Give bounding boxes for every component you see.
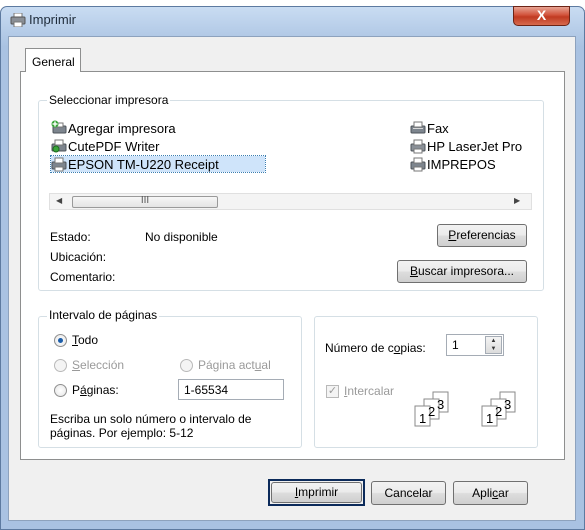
printer-group-legend: Seleccionar impresora xyxy=(47,93,171,107)
collate-set-2: 1 2 3 xyxy=(481,391,516,427)
printer-name: CutePDF Writer xyxy=(68,139,160,154)
add-printer-icon xyxy=(51,120,67,134)
printer-item-imprepos[interactable]: IMPREPOS xyxy=(410,156,496,172)
printer-name: Fax xyxy=(427,121,449,136)
print-button[interactable]: Imprimir xyxy=(271,482,362,503)
printer-item-hp[interactable]: HP LaserJet Pro xyxy=(410,138,522,154)
printer-icon xyxy=(10,12,26,28)
cancel-button[interactable]: Cancelar xyxy=(371,481,446,505)
copies-label: Número de copias: xyxy=(325,341,426,355)
scroll-right-arrow-icon[interactable]: ▶ xyxy=(514,196,520,205)
spin-up-icon[interactable]: ▲ xyxy=(486,337,501,345)
status-label: Estado: xyxy=(50,230,91,244)
printer-icon xyxy=(410,157,426,172)
apply-button[interactable]: Aplicar xyxy=(453,481,528,505)
preferences-button[interactable]: Preferencias xyxy=(437,224,527,247)
collate-checkbox[interactable]: ✓ xyxy=(326,385,339,398)
printer-name: IMPREPOS xyxy=(427,157,496,172)
radio-pages[interactable] xyxy=(54,384,67,397)
printer-icon xyxy=(51,139,67,153)
window-title: Imprimir xyxy=(29,12,76,27)
collate-page-label: 1 xyxy=(486,411,493,426)
collate-page-label: 2 xyxy=(428,404,435,419)
printer-list[interactable]: Agregar impresora CutePDF Writer EPSON T… xyxy=(49,118,532,192)
printer-name: Agregar impresora xyxy=(68,121,176,136)
collate-label[interactable]: Intercalar xyxy=(344,384,394,398)
pages-hint-line2: páginas. Por ejemplo: 5-12 xyxy=(50,426,194,440)
status-value: No disponible xyxy=(145,230,218,244)
find-printer-button[interactable]: Buscar impresora... xyxy=(397,260,527,283)
tab-general[interactable]: General xyxy=(25,48,81,72)
printer-item-cutepdf[interactable]: CutePDF Writer xyxy=(51,138,160,154)
radio-current-page[interactable] xyxy=(180,359,193,372)
radio-all-pages[interactable] xyxy=(54,334,67,347)
printer-item-fax[interactable]: Fax xyxy=(410,120,449,136)
printer-icon xyxy=(410,139,426,154)
tab-label: General xyxy=(32,55,75,69)
printer-name: HP LaserJet Pro xyxy=(427,139,523,154)
radio-selection[interactable] xyxy=(54,359,67,372)
printer-name: EPSON TM-U220 Receipt xyxy=(68,157,219,172)
pages-hint-line1: Escriba un solo número o intervalo de xyxy=(50,412,252,426)
collate-page-label: 3 xyxy=(504,397,511,412)
printer-icon xyxy=(51,157,67,172)
printer-item-add[interactable]: Agregar impresora xyxy=(51,120,176,136)
comment-label: Comentario: xyxy=(50,270,116,284)
page-range-legend: Intervalo de páginas xyxy=(47,308,160,322)
radio-selection-label[interactable]: Selección xyxy=(72,358,124,372)
collate-set-1: 1 2 3 xyxy=(414,391,449,427)
collate-page-label: 3 xyxy=(437,397,444,412)
radio-pages-label[interactable]: Páginas: xyxy=(72,383,119,397)
collate-illustration-icon: 1 2 3 1 2 3 xyxy=(413,390,523,430)
copies-spinner[interactable]: ▲ ▼ xyxy=(485,336,502,354)
radio-all-pages-label[interactable]: Todo xyxy=(72,333,98,347)
fax-icon xyxy=(410,121,426,134)
scrollbar-thumb[interactable]: III xyxy=(72,196,218,208)
scroll-left-arrow-icon[interactable]: ◀ xyxy=(56,196,62,205)
printer-item-epson[interactable]: EPSON TM-U220 Receipt xyxy=(50,155,266,173)
collate-page-label: 1 xyxy=(419,411,426,426)
collate-page-label: 2 xyxy=(495,404,502,419)
location-label: Ubicación: xyxy=(50,250,107,264)
close-icon: X xyxy=(536,7,547,23)
pages-input[interactable]: 1-65534 xyxy=(178,379,284,400)
spin-down-icon[interactable]: ▼ xyxy=(486,345,501,353)
radio-current-page-label[interactable]: Página actual xyxy=(198,358,271,372)
close-button[interactable]: X xyxy=(513,6,570,26)
